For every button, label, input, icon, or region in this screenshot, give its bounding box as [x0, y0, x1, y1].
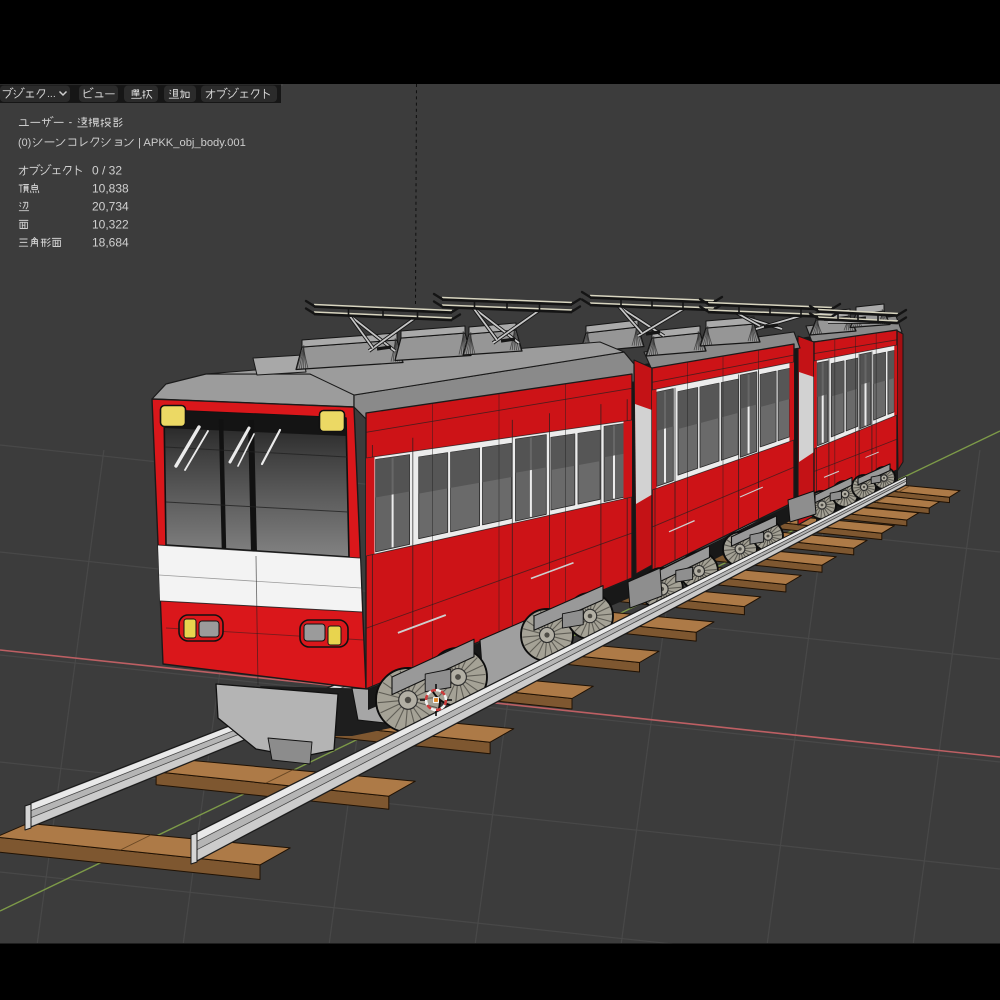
svg-text:18,684: 18,684	[92, 236, 129, 250]
svg-text:10,838: 10,838	[92, 182, 129, 196]
svg-text:0 / 32: 0 / 32	[92, 164, 122, 178]
svg-text:...: ...	[47, 88, 56, 100]
svg-text:| APKK_obj_body.001: | APKK_obj_body.001	[138, 137, 246, 149]
svg-text:20,734: 20,734	[92, 200, 129, 214]
svg-text:10,322: 10,322	[92, 218, 129, 232]
svg-text:(0): (0)	[18, 137, 31, 149]
